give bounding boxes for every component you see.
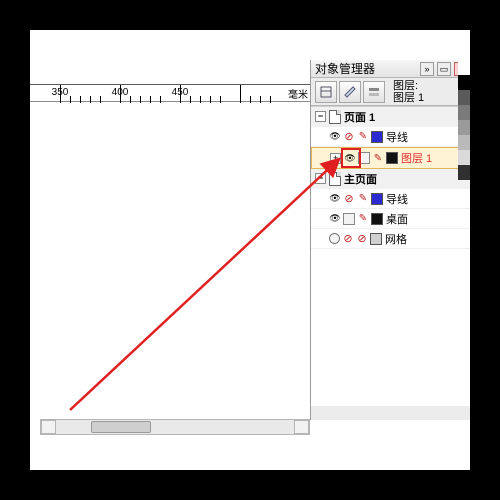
ruler-tick-label: 350: [52, 87, 69, 98]
tree-section-page[interactable]: − 页面 1: [311, 107, 470, 127]
edit-toggle[interactable]: [357, 131, 369, 143]
row-label: 桌面: [386, 211, 408, 227]
palette-swatch[interactable]: [458, 150, 470, 165]
edit-disabled-icon[interactable]: [356, 233, 368, 245]
collapse-button[interactable]: »: [420, 62, 434, 76]
scroll-thumb[interactable]: [91, 421, 151, 433]
visibility-toggle[interactable]: [329, 213, 341, 225]
palette-swatch[interactable]: [458, 105, 470, 120]
tree-row-guides[interactable]: 导线: [311, 127, 470, 147]
palette-swatch[interactable]: [458, 165, 470, 180]
panel-title: 对象管理器: [315, 60, 375, 78]
print-disabled-icon[interactable]: [343, 131, 355, 143]
row-label: 网格: [385, 231, 407, 247]
row-label: 导线: [386, 129, 408, 145]
visibility-toggle[interactable]: [344, 152, 356, 164]
collapse-icon[interactable]: −: [315, 111, 326, 122]
print-toggle[interactable]: [358, 152, 370, 164]
horizontal-ruler: 350 400 450: [30, 84, 310, 102]
edit-toggle[interactable]: [372, 152, 384, 164]
horizontal-scrollbar[interactable]: [40, 419, 310, 435]
color-swatch[interactable]: [371, 213, 383, 225]
edit-toggle[interactable]: [357, 213, 369, 225]
object-manager-panel: 对象管理器 » ▭ ✕ 图层: 图层 1 − 页面 1: [310, 60, 470, 420]
palette-swatch[interactable]: [458, 90, 470, 105]
print-disabled-icon[interactable]: [343, 193, 355, 205]
tree-row-desktop[interactable]: 桌面: [311, 209, 470, 229]
ruler-tick-label: 400: [112, 87, 129, 98]
palette-swatch[interactable]: [458, 60, 470, 75]
page-icon: [329, 110, 341, 124]
ruler-tick-label: 450: [172, 87, 189, 98]
edit-toggle[interactable]: [357, 193, 369, 205]
print-disabled-icon[interactable]: [342, 233, 354, 245]
canvas-area[interactable]: 350 400 450 毫米: [30, 30, 310, 470]
tool-edit-across-layers[interactable]: [339, 81, 361, 103]
print-toggle[interactable]: [343, 213, 355, 225]
tool-show-properties[interactable]: [315, 81, 337, 103]
tree-row-grid[interactable]: 网格: [311, 229, 470, 249]
section-label: 主页面: [344, 171, 377, 187]
scroll-right-button[interactable]: [294, 420, 309, 434]
expand-icon[interactable]: +: [330, 153, 341, 164]
visibility-toggle[interactable]: [329, 131, 341, 143]
page-icon: [329, 172, 341, 186]
color-swatch[interactable]: [371, 193, 383, 205]
ruler-unit: 毫米: [288, 86, 308, 101]
tree-row-layer-1[interactable]: + 图层 1: [311, 147, 470, 169]
tool-layer-manager-view[interactable]: [363, 81, 385, 103]
row-label: 图层 1: [401, 150, 432, 166]
visibility-toggle[interactable]: [329, 233, 340, 244]
tree-section-master[interactable]: − 主页面: [311, 169, 470, 189]
color-swatch[interactable]: [370, 233, 382, 245]
palette-swatch[interactable]: [458, 135, 470, 150]
current-layer-caption: 图层: 图层 1: [393, 80, 424, 104]
palette-swatch[interactable]: [458, 75, 470, 90]
collapse-icon[interactable]: −: [315, 173, 326, 184]
tree-row-guides-master[interactable]: 导线: [311, 189, 470, 209]
row-label: 导线: [386, 191, 408, 207]
object-tree[interactable]: − 页面 1 导线 + 图层 1: [311, 106, 470, 406]
scroll-left-button[interactable]: [41, 420, 56, 434]
color-swatch[interactable]: [371, 131, 383, 143]
undock-button[interactable]: ▭: [437, 62, 451, 76]
color-palette[interactable]: [458, 60, 470, 420]
visibility-toggle[interactable]: [329, 193, 341, 205]
palette-swatch[interactable]: [458, 120, 470, 135]
color-swatch[interactable]: [386, 152, 398, 164]
section-label: 页面 1: [344, 109, 375, 125]
